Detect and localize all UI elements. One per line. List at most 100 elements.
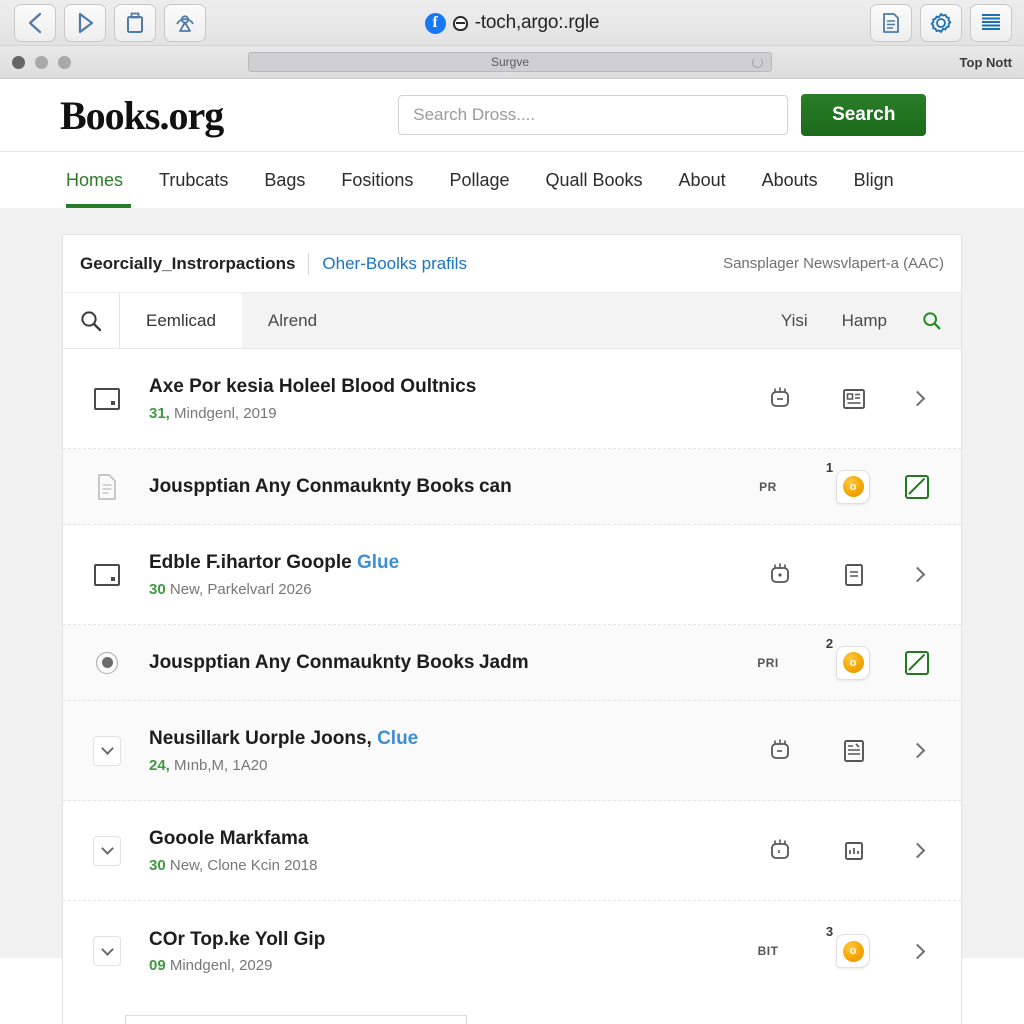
table-row[interactable]: COr Top.ke Yoll Gip 09 Mindgenl, 2029 BI… [63,901,961,1001]
clipboard-icon[interactable] [114,3,156,42]
row-expand-chevron-icon[interactable] [891,943,943,959]
search-input[interactable] [398,95,789,135]
chart-icon[interactable] [817,839,891,863]
green-edit-icon[interactable] [891,650,943,675]
row-code-text: BIT [757,944,779,958]
row-expand-chevron-icon[interactable] [891,566,943,583]
table-row[interactable]: Gooole Markfama 30 New, Clone Kcin 2018 [63,801,961,901]
breadcrumb-divider [308,252,310,275]
nav-item-homes[interactable]: Homes [60,152,141,208]
content-area: Georcially_Instrorpactions Oher-Boolks p… [0,208,1024,1024]
badge-dot-icon: o [842,940,864,962]
row-title[interactable]: Jouspptian Any Conmauknty Books [149,652,475,673]
row-actions: PRI 2 o [731,636,943,680]
back-icon[interactable] [14,3,56,42]
green-edit-icon[interactable] [891,474,943,499]
row-expand-chevron-icon[interactable] [891,742,943,759]
badge-dot-icon: o [842,476,864,497]
badge-tag-icon: o [836,645,871,680]
row-actions [743,561,943,589]
row-content: Jouspptian Any Conmauknty Books can [129,476,731,498]
results-card: Georcially_Instrorpactions Oher-Boolks p… [62,234,962,1024]
site-logo[interactable]: Books.org [60,92,224,139]
tab-alrend[interactable]: Alrend [242,293,343,348]
jar-icon[interactable] [743,561,817,589]
tab-eemlicad[interactable]: Eemlicad [119,293,242,348]
row-title-link[interactable]: Glue [357,552,399,573]
row-subtitle: 09 Mindgenl, 2029 [149,957,731,974]
id-card-icon[interactable] [817,386,891,412]
card-header-meta: Sansplager Newsvlapert-a (AAC) [723,255,944,272]
row-title[interactable]: Neusillark Uorple Joons, [149,728,372,749]
table-row[interactable]: Jouspptian Any Conmauknty Books can PR 1… [63,449,961,525]
breadcrumb-link[interactable]: Oher-Boolks prafils [322,254,467,274]
progress-field[interactable]: Surgve [248,52,772,72]
row-title-link[interactable]: Jadm [479,652,529,673]
site-header: Books.org Search [0,79,1024,151]
table-row[interactable]: Neusillark Uorple Joons, Clue 24, Mınb,M… [63,701,961,801]
nav-item-bags[interactable]: Bags [246,152,323,208]
table-row[interactable]: Jouspptian Any Conmauknty Books Jadm PRI… [63,625,961,701]
window-controls[interactable] [0,55,71,69]
table-row[interactable]: Axe Por kesia Holeel Blood Oultnics 31, … [63,349,961,449]
nav-item-pollage[interactable]: Pollage [431,152,527,208]
id-card-icon[interactable] [817,738,891,764]
row-title[interactable]: Jouspptian Any Conmauknty Books [149,476,475,497]
jar-icon[interactable] [743,837,817,865]
browser-status-bar: Surgve Top Nott [0,46,1024,79]
row-title[interactable]: COr Top.ke Yoll Gip [149,928,731,952]
square-dot-icon[interactable] [85,563,129,586]
note-icon[interactable] [817,562,891,588]
chevron-down-icon[interactable] [85,735,129,766]
toolbar-label-hamp[interactable]: Hamp [842,311,887,331]
row-title-link[interactable]: can [479,476,512,497]
badge-count: 1 [825,459,834,475]
row-title-wrap: Edble F.ihartor Goople Glue [149,551,743,575]
nav-item-fositions[interactable]: Fositions [323,152,431,208]
notes-icon[interactable] [870,4,912,42]
square-dot-icon[interactable] [85,387,129,410]
row-title[interactable]: Axe Por kesia Holeel Blood Oultnics [149,375,743,399]
nav-item-trubcats[interactable]: Trubcats [141,152,246,208]
row-sub-number: 31, [149,404,170,422]
jar-icon[interactable] [743,737,817,765]
loading-spinner-icon [752,56,763,68]
table-toolbar: Eemlicad Alrend Yisi Hamp [63,293,961,349]
count-badge[interactable]: 1 o [805,460,891,504]
jar-icon[interactable] [743,385,817,413]
progress-label: Surgve [490,55,530,69]
nav-item-abouts[interactable]: Abouts [744,152,836,208]
row-code-label: PRI [731,656,805,670]
gear-icon[interactable] [920,4,962,42]
document-icon[interactable] [85,473,129,501]
row-title[interactable]: Edble F.ihartor Goople [149,552,352,573]
chevron-down-icon[interactable] [85,936,129,966]
row-expand-chevron-icon[interactable] [891,390,943,407]
search-button[interactable]: Search [801,94,927,136]
row-sub-text: Mindgenl, 2019 [174,404,277,422]
toolbar-label-yisi[interactable]: Yisi [781,311,808,331]
badge-tag-icon: o [836,934,871,968]
table-row[interactable]: Edble F.ihartor Goople Glue 30 New, Park… [63,525,961,625]
count-badge[interactable]: 2 o [805,636,891,680]
search-icon-green[interactable] [921,310,943,332]
window-maximize-dot[interactable] [58,55,71,69]
forward-icon[interactable] [64,3,106,42]
table-search-icon[interactable] [63,293,119,348]
install-card[interactable]: Nestalla [125,1015,467,1024]
nav-item-about[interactable]: About [661,152,744,208]
nav-item-quall-books[interactable]: Quall Books [527,152,660,208]
count-badge[interactable]: 3 o [805,924,891,968]
row-title[interactable]: Gooole Markfama [149,827,743,851]
chevron-down-icon[interactable] [85,835,129,866]
list-icon[interactable] [970,4,1012,42]
row-title-link[interactable]: Clue [377,728,418,749]
broadcast-icon[interactable] [164,3,206,42]
window-close-dot[interactable] [12,55,25,69]
globe-icon[interactable] [85,651,129,674]
main-navigation: Homes Trubcats Bags Fositions Pollage Qu… [0,151,1024,208]
window-minimize-dot[interactable] [35,55,48,69]
toolbar-left-group [0,3,206,42]
nav-item-blign[interactable]: Blign [836,152,912,208]
row-expand-chevron-icon[interactable] [891,842,943,859]
